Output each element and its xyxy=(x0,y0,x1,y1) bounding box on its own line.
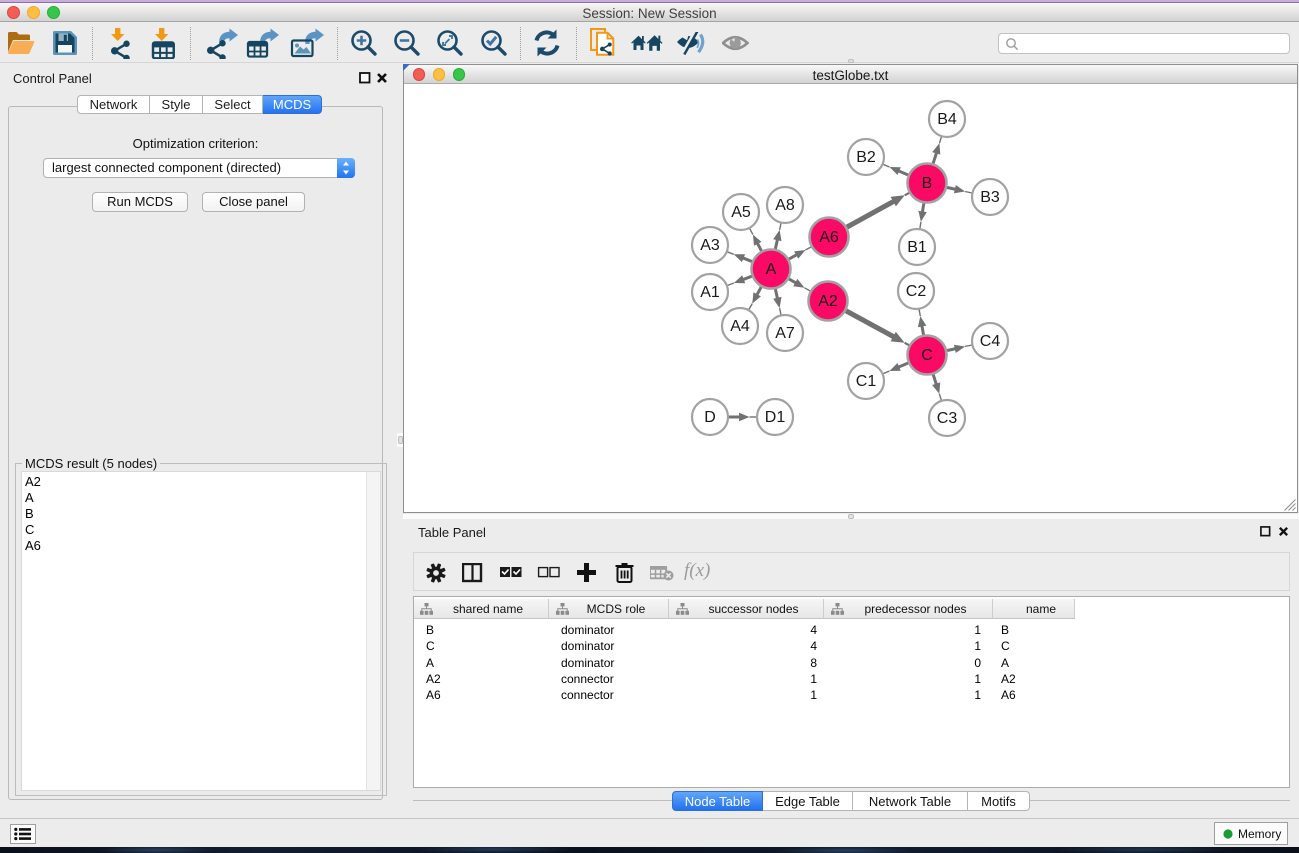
svg-text:A4: A4 xyxy=(730,318,750,335)
svg-text:C1: C1 xyxy=(856,373,877,390)
svg-text:C4: C4 xyxy=(980,333,1001,350)
svg-text:B1: B1 xyxy=(907,239,927,256)
svg-text:A6: A6 xyxy=(819,229,839,246)
svg-text:A7: A7 xyxy=(775,325,795,342)
svg-text:A5: A5 xyxy=(731,204,751,221)
svg-text:B: B xyxy=(922,175,933,192)
svg-text:B4: B4 xyxy=(937,111,957,128)
svg-text:A1: A1 xyxy=(700,284,720,301)
svg-text:B2: B2 xyxy=(856,149,876,166)
svg-text:C: C xyxy=(921,347,933,364)
svg-text:A8: A8 xyxy=(775,197,795,214)
svg-text:D: D xyxy=(704,409,716,426)
svg-text:D1: D1 xyxy=(765,409,786,426)
svg-text:B3: B3 xyxy=(980,189,1000,206)
svg-text:A2: A2 xyxy=(818,293,838,310)
svg-text:A: A xyxy=(766,261,777,278)
svg-text:C2: C2 xyxy=(906,283,927,300)
svg-text:C3: C3 xyxy=(937,410,958,427)
svg-text:A3: A3 xyxy=(700,237,720,254)
